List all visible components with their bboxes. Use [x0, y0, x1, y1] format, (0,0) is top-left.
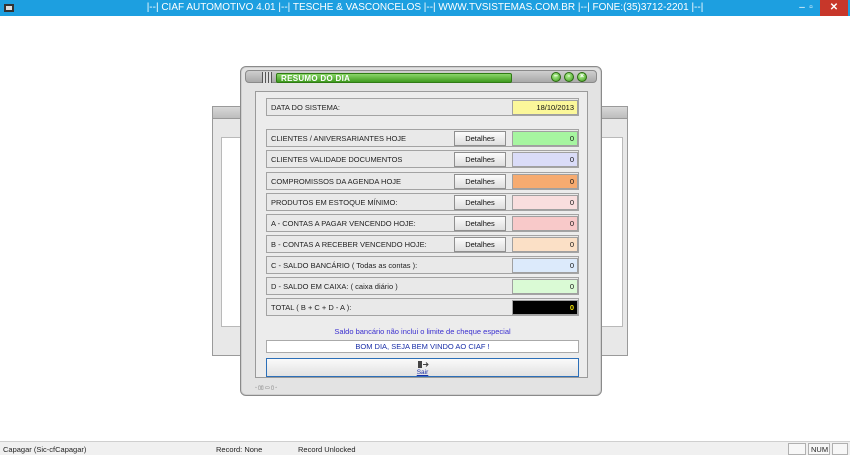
system-date-row: DATA DO SISTEMA: 18/10/2013: [266, 98, 579, 116]
row-label: PRODUTOS EM ESTOQUE MÍNIMO:: [271, 198, 398, 207]
birthday-clients-details-button[interactable]: Detalhes: [454, 131, 506, 146]
row-value: 0: [512, 258, 578, 273]
window-title: |--| CIAF AUTOMOTIVO 4.01 |--| TESCHE & …: [146, 2, 704, 13]
close-button[interactable]: ✕: [820, 0, 848, 16]
daily-summary-dialog: RESUMO DO DIA – ◦ × DATA DO SISTEMA: 18/…: [240, 66, 602, 396]
row-value: 0: [512, 131, 578, 146]
system-date-label: DATA DO SISTEMA:: [271, 103, 340, 112]
status-record: Record: None: [216, 445, 263, 454]
background-window-panel: [601, 137, 623, 327]
min-stock-details-button[interactable]: Detalhes: [454, 195, 506, 210]
bank-balance-note: Saldo bancário não inclui o limite de ch…: [334, 327, 511, 336]
row-label: COMPROMISSOS DA AGENDA HOJE: [271, 177, 402, 186]
row-label: B - CONTAS A RECEBER VENCENDO HOJE:: [271, 240, 427, 249]
dialog-frame-top: RESUMO DO DIA: [245, 70, 597, 83]
exit-button[interactable]: Sair: [266, 358, 579, 377]
total-value: 0: [512, 300, 578, 315]
min-stock-row: PRODUTOS EM ESTOQUE MÍNIMO: Detalhes 0: [266, 193, 579, 211]
receivables-row: B - CONTAS A RECEBER VENCENDO HOJE: Deta…: [266, 235, 579, 253]
close-dialog-button[interactable]: ×: [577, 72, 587, 82]
status-num: NUM: [811, 445, 829, 454]
agenda-details-button[interactable]: Detalhes: [454, 174, 506, 189]
row-label: TOTAL ( B + C + D - A ):: [271, 303, 352, 312]
welcome-message: BOM DIA, SEJA BEM VINDO AO CIAF !: [266, 340, 579, 353]
maximize-button[interactable]: ▫: [803, 0, 819, 16]
payables-row: A - CONTAS A PAGAR VENCENDO HOJE: Detalh…: [266, 214, 579, 232]
row-value: 0: [512, 237, 578, 252]
exit-label: Sair: [416, 369, 429, 376]
row-value: 0: [512, 152, 578, 167]
row-label: CLIENTES VALIDADE DOCUMENTOS: [271, 155, 403, 164]
row-label: CLIENTES / ANIVERSARIANTES HOJE: [271, 134, 407, 143]
status-table: Capagar (Sic-cfCapagar): [3, 445, 87, 454]
status-num-box: NUM: [808, 443, 830, 455]
agenda-row: COMPROMISSOS DA AGENDA HOJE Detalhes 0: [266, 172, 579, 190]
dialog-bottom-bar: ◦ ▯▯ ▭ ▯ ◦: [255, 385, 278, 391]
row-label: A - CONTAS A PAGAR VENCENDO HOJE:: [271, 219, 416, 228]
dialog-title: RESUMO DO DIA: [276, 73, 512, 83]
exit-door-icon: [418, 361, 429, 368]
row-label: D - SALDO EM CAIXA: ( caixa diário ): [271, 282, 398, 291]
status-box-empty: [788, 443, 806, 455]
total-row: TOTAL ( B + C + D - A ): 0: [266, 298, 579, 316]
bank-balance-row: C - SALDO BANCÁRIO ( Todas as contas ): …: [266, 256, 579, 274]
status-lock: Record Unlocked: [298, 445, 356, 454]
grip-icon: [262, 72, 272, 83]
payables-details-button[interactable]: Detalhes: [454, 216, 506, 231]
status-box-empty: [832, 443, 848, 455]
system-date-value: 18/10/2013: [512, 100, 578, 115]
title-bar: |--| CIAF AUTOMOTIVO 4.01 |--| TESCHE & …: [0, 0, 850, 16]
row-value: 0: [512, 216, 578, 231]
row-value: 0: [512, 195, 578, 210]
row-value: 0: [512, 174, 578, 189]
row-label: C - SALDO BANCÁRIO ( Todas as contas ):: [271, 261, 418, 270]
row-value: 0: [512, 279, 578, 294]
restore-dialog-button[interactable]: ◦: [564, 72, 574, 82]
status-bar: Capagar (Sic-cfCapagar) Record: None Rec…: [0, 441, 850, 455]
receivables-details-button[interactable]: Detalhes: [454, 237, 506, 252]
cash-balance-row: D - SALDO EM CAIXA: ( caixa diário ) 0: [266, 277, 579, 295]
document-validity-row: CLIENTES VALIDADE DOCUMENTOS Detalhes 0: [266, 150, 579, 168]
minimize-dialog-button[interactable]: –: [551, 72, 561, 82]
birthday-clients-row: CLIENTES / ANIVERSARIANTES HOJE Detalhes…: [266, 129, 579, 147]
summary-panel: DATA DO SISTEMA: 18/10/2013 CLIENTES / A…: [255, 91, 588, 378]
document-validity-details-button[interactable]: Detalhes: [454, 152, 506, 167]
